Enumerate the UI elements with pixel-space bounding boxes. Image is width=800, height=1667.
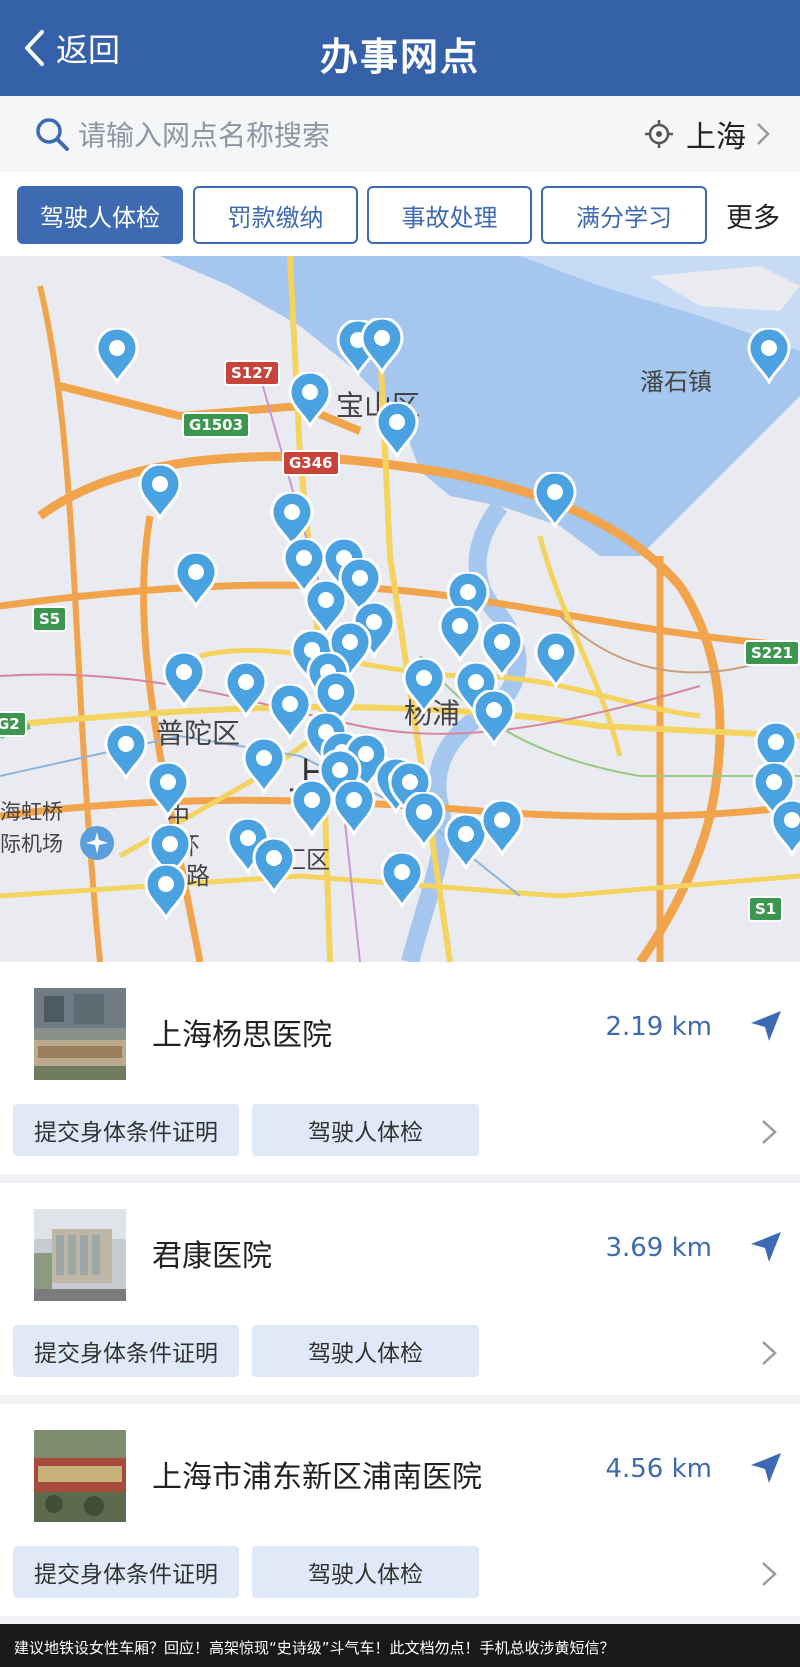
news-ticker[interactable]: 建议地铁设女性车厢？回应！高架惊现“史诗级”斗气车！此文档勿点！手机总收涉黄短信… [0, 1624, 800, 1667]
location-pin-icon[interactable] [174, 550, 218, 610]
location-pin-icon[interactable] [402, 656, 446, 716]
city-name: 上海 [686, 120, 746, 155]
app-header: 返回 办事网点 [0, 0, 800, 96]
map-pins [0, 256, 800, 962]
search-bar: 请输入网点名称搜索 上海 [0, 96, 800, 172]
location-pin-icon[interactable] [138, 462, 182, 522]
location-name: 上海杨思医院 [152, 1018, 332, 1053]
location-pin-icon[interactable] [290, 778, 334, 838]
service-tag[interactable]: 驾驶人体检 [252, 1546, 479, 1598]
location-distance: 3.69 km [605, 1233, 712, 1263]
chevron-right-icon[interactable] [760, 1118, 778, 1146]
result-card[interactable]: 上海市浦东新区浦南医院 4.56 km 提交身体条件证明 驾驶人体检 [0, 1404, 800, 1616]
search-icon [36, 118, 69, 151]
location-pin-icon[interactable] [360, 316, 404, 376]
location-pin-icon[interactable] [375, 400, 419, 460]
location-photo [34, 1430, 126, 1522]
location-photo [34, 988, 126, 1080]
city-selector[interactable]: 上海 [644, 112, 770, 156]
chevron-right-icon [757, 123, 770, 145]
location-pin-icon[interactable] [534, 630, 578, 690]
location-pin-icon[interactable] [438, 604, 482, 664]
location-pin-icon[interactable] [332, 778, 376, 838]
location-distance: 4.56 km [605, 1454, 712, 1484]
location-pin-icon[interactable] [252, 836, 296, 896]
location-pin-icon[interactable] [146, 760, 190, 820]
location-pin-icon[interactable] [95, 326, 139, 386]
location-pin-icon[interactable] [770, 798, 800, 858]
chevron-right-icon[interactable] [760, 1339, 778, 1367]
location-pin-icon[interactable] [402, 790, 446, 850]
location-pin-icon[interactable] [162, 650, 206, 710]
tab-more[interactable]: 更多 [726, 186, 780, 244]
tab-fine-payment[interactable]: 罚款缴纳 [193, 186, 358, 244]
service-tag[interactable]: 驾驶人体检 [252, 1325, 479, 1377]
search-input[interactable]: 请输入网点名称搜索 [78, 114, 644, 154]
tab-accident[interactable]: 事故处理 [367, 186, 532, 244]
service-tag[interactable]: 提交身体条件证明 [13, 1325, 239, 1377]
location-pin-icon[interactable] [480, 798, 524, 858]
location-name: 上海市浦东新区浦南医院 [152, 1460, 482, 1495]
location-pin-icon[interactable] [380, 850, 424, 910]
location-pin-icon[interactable] [533, 470, 577, 530]
navigate-icon[interactable] [748, 1008, 784, 1044]
map-view[interactable]: S127 G1503 G346 S5 S221 G2 S1 宝山区 潘石镇 普陀… [0, 256, 800, 962]
tab-full-score-study[interactable]: 满分学习 [541, 186, 707, 244]
location-pin-icon[interactable] [224, 660, 268, 720]
location-pin-icon[interactable] [288, 370, 332, 430]
navigate-icon[interactable] [748, 1450, 784, 1486]
location-distance: 2.19 km [605, 1012, 712, 1042]
location-pin-icon[interactable] [144, 862, 188, 922]
category-tabs: 驾驶人体检 罚款缴纳 事故处理 满分学习 更多 [0, 172, 800, 256]
navigate-icon[interactable] [748, 1229, 784, 1265]
service-tag[interactable]: 驾驶人体检 [252, 1104, 479, 1156]
page-title: 办事网点 [319, 35, 480, 79]
locate-icon [645, 120, 673, 148]
service-tag[interactable]: 提交身体条件证明 [13, 1546, 239, 1598]
tab-driver-physical[interactable]: 驾驶人体检 [17, 186, 183, 244]
result-card[interactable]: 上海杨思医院 2.19 km 提交身体条件证明 驾驶人体检 [0, 962, 800, 1174]
location-pin-icon[interactable] [747, 326, 791, 386]
location-name: 君康医院 [152, 1239, 272, 1274]
service-tag[interactable]: 提交身体条件证明 [13, 1104, 239, 1156]
chevron-right-icon[interactable] [760, 1560, 778, 1588]
location-pin-icon[interactable] [104, 722, 148, 782]
location-pin-icon[interactable] [242, 736, 286, 796]
location-photo [34, 1209, 126, 1301]
location-pin-icon[interactable] [472, 688, 516, 748]
result-card[interactable]: 君康医院 3.69 km 提交身体条件证明 驾驶人体检 [0, 1183, 800, 1395]
